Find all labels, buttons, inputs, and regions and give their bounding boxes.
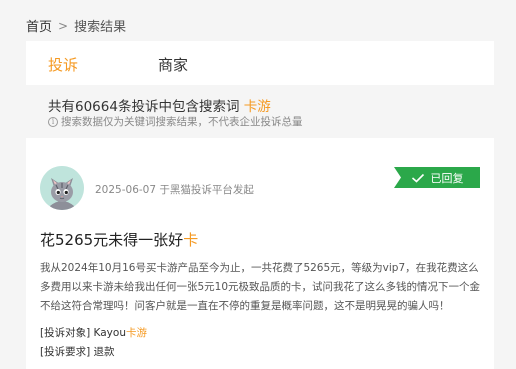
check-icon <box>411 173 424 183</box>
complaint-date: 2025-06-07 于黑猫投诉平台发起 <box>95 184 254 196</box>
summary-prefix: 共有60664条投诉中包含搜索词 <box>48 99 240 115</box>
complaint-request-value: 退款 <box>93 346 115 358</box>
complaint-title-keyword: 卡 <box>183 231 199 249</box>
avatar-cat-icon <box>40 166 84 210</box>
complaint-content: 我从2024年10月16号买卡游产品至今为止，一共花费了5265元，等级为vip… <box>40 262 481 312</box>
summary-note: i 搜索数据仅为关键词搜索结果，不代表企业投诉总量 <box>48 114 303 129</box>
complaint-target-keyword: 卡游 <box>125 327 147 339</box>
complaint-request-label: [投诉要求] <box>40 346 91 358</box>
complaint-title-text: 花5265元未得一张好 <box>40 231 184 249</box>
complaint-card[interactable]: 2025-06-07 于黑猫投诉平台发起 已回复 花5265元未得一张好卡 我从… <box>26 138 494 369</box>
info-icon: i <box>48 116 58 127</box>
complaint-target-label: [投诉对象] <box>40 327 91 339</box>
summary-count: 共有60664条投诉中包含搜索词 卡游 <box>48 95 271 115</box>
complaint-request: [投诉要求] 退款 <box>40 344 115 359</box>
breadcrumb-current: 搜索结果 <box>74 20 127 35</box>
complaint-target-prefix: Kayou <box>93 327 126 339</box>
search-summary: 共有60664条投诉中包含搜索词 卡游 i 搜索数据仅为关键词搜索结果，不代表企… <box>26 89 494 131</box>
breadcrumb: 首页 > 搜索结果 <box>26 16 127 36</box>
tab-merchants[interactable]: 商家 <box>158 54 188 75</box>
status-badge: 已回复 <box>394 167 480 188</box>
result-tabs: 投诉 商家 <box>26 41 494 85</box>
summary-note-text: 搜索数据仅为关键词搜索结果，不代表企业投诉总量 <box>61 116 303 128</box>
breadcrumb-home-link[interactable]: 首页 <box>26 16 52 35</box>
breadcrumb-separator: > <box>58 18 69 33</box>
avatar <box>40 166 84 210</box>
summary-keyword: 卡游 <box>243 99 271 115</box>
status-badge-label: 已回复 <box>430 171 464 185</box>
complaint-target: [投诉对象] Kayou卡游 <box>40 325 147 340</box>
tab-complaints[interactable]: 投诉 <box>48 54 78 75</box>
complaint-title[interactable]: 花5265元未得一张好卡 <box>40 229 198 250</box>
